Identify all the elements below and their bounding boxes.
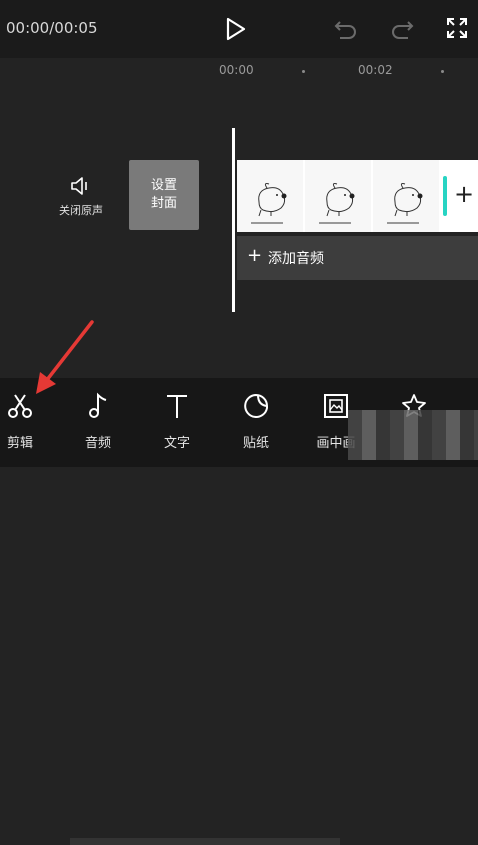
add-audio-label: 添加音频 <box>268 251 324 267</box>
play-icon[interactable] <box>222 16 248 42</box>
toolbar-audio-label: 音频 <box>84 436 111 451</box>
home-indicator <box>70 838 340 845</box>
clip-trim-handle[interactable] <box>443 176 447 216</box>
dog-cartoon-image <box>326 183 355 217</box>
blurred-watermark <box>348 410 478 460</box>
redo-icon[interactable] <box>390 18 414 40</box>
player-bar: 00:00/00:05 <box>0 0 478 58</box>
mute-original-button[interactable]: 关闭原声 <box>56 176 106 218</box>
toolbar-edit-label: 剪辑 <box>6 436 33 451</box>
add-clip-button[interactable]: + <box>450 166 478 224</box>
speaker-icon <box>71 177 87 195</box>
time-display: 00:00/00:05 <box>6 19 98 37</box>
toolbar-text[interactable]: 文字 <box>152 392 202 451</box>
plus-icon: + <box>247 245 263 266</box>
music-note-icon <box>89 392 107 418</box>
dog-cartoon-image <box>394 183 423 217</box>
add-audio-button[interactable]: + 添加音频 <box>237 236 478 280</box>
ruler-tick: 00:02 <box>358 63 393 77</box>
mute-original-label: 关闭原声 <box>59 204 103 217</box>
toolbar-text-label: 文字 <box>163 436 190 451</box>
clip-thumbnail <box>373 160 439 232</box>
ruler-tick: 00:00 <box>219 63 254 77</box>
playhead[interactable] <box>232 128 235 312</box>
fullscreen-icon[interactable] <box>446 17 468 39</box>
ruler-dot <box>302 70 305 73</box>
set-cover-button[interactable]: 设置 封面 <box>129 160 199 230</box>
timeline-ruler: 00:00 00:02 <box>0 58 478 88</box>
clip-thumbnail <box>305 160 371 232</box>
text-icon <box>167 395 187 418</box>
scissors-icon <box>8 394 32 418</box>
ruler-dot <box>441 70 444 73</box>
sticker-icon <box>244 393 268 418</box>
toolbar-edit[interactable]: 剪辑 <box>0 392 45 451</box>
clip-thumbnail <box>237 160 303 232</box>
toolbar-sticker[interactable]: 贴纸 <box>231 392 281 451</box>
set-cover-label: 设置 封面 <box>150 178 177 211</box>
video-clip[interactable] <box>237 160 478 232</box>
picture-in-picture-icon <box>324 394 348 418</box>
dog-cartoon-image <box>258 183 287 217</box>
toolbar-audio[interactable]: 音频 <box>73 392 123 451</box>
undo-icon[interactable] <box>334 18 358 40</box>
toolbar-sticker-label: 贴纸 <box>242 436 269 451</box>
